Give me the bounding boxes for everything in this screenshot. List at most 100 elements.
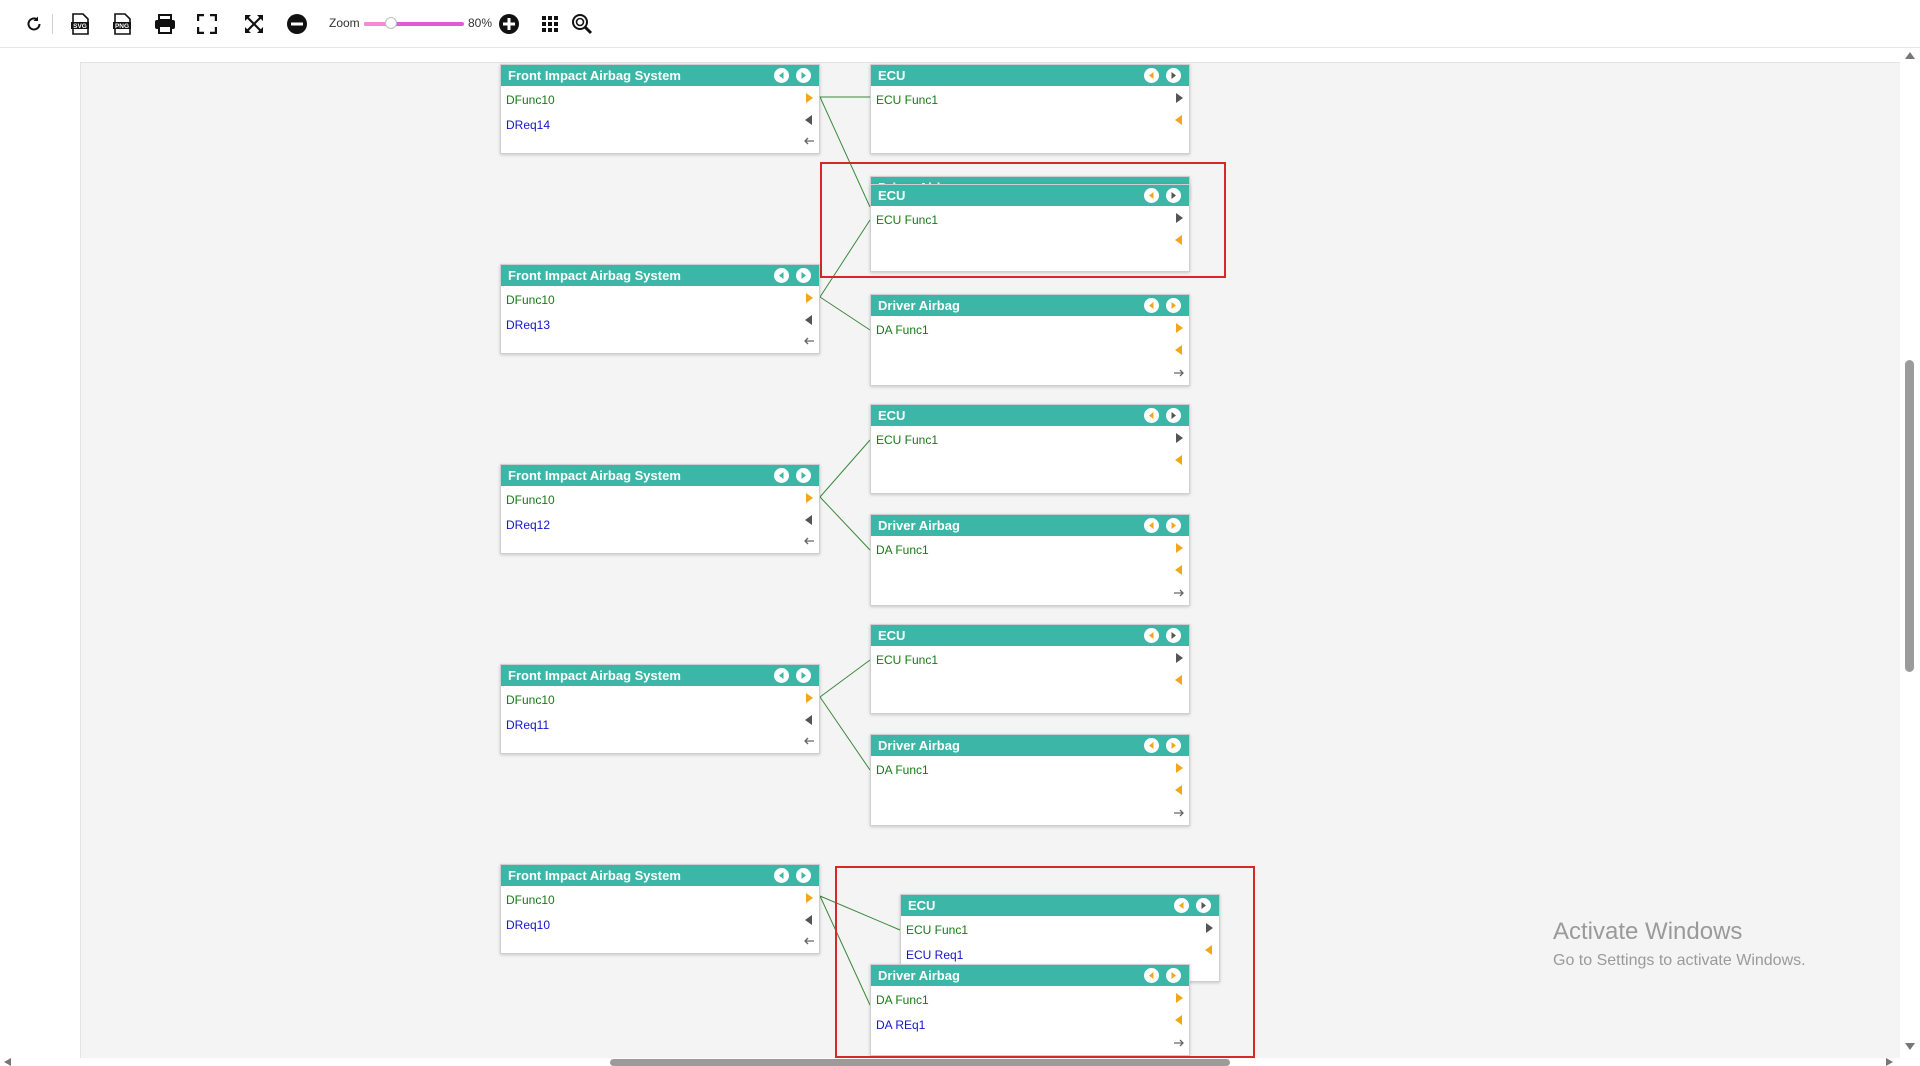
output-port-icon[interactable] <box>805 93 813 103</box>
output-port-icon[interactable] <box>805 293 813 303</box>
source-node[interactable]: Front Impact Airbag System DFunc10 DReq1… <box>500 264 820 354</box>
output-port-icon[interactable] <box>1175 433 1183 443</box>
input-port-icon[interactable] <box>1175 455 1183 465</box>
target-node[interactable]: Driver Airbag DA Func1 <box>870 514 1190 606</box>
horizontal-scroll-thumb[interactable] <box>610 1059 1230 1066</box>
requirement-label: DReq14 <box>506 118 551 132</box>
zoom-slider-thumb[interactable] <box>385 17 397 29</box>
collapse-left-icon[interactable] <box>774 868 789 883</box>
arrow-left-icon[interactable] <box>803 137 815 145</box>
expand-arrows-icon[interactable] <box>240 10 268 38</box>
svg-badge-text: SVG <box>73 23 87 30</box>
input-port-icon[interactable] <box>805 515 813 525</box>
png-export-icon[interactable]: PNG <box>108 10 136 38</box>
source-node[interactable]: Front Impact Airbag System DFunc10 DReq1… <box>500 864 820 954</box>
expand-right-icon[interactable] <box>796 668 811 683</box>
print-icon[interactable] <box>151 10 179 38</box>
function-label: DFunc10 <box>506 693 555 707</box>
node-title: Front Impact Airbag System <box>501 665 819 686</box>
arrow-left-icon[interactable] <box>803 337 815 345</box>
expand-right-icon[interactable] <box>1166 298 1181 313</box>
target-node[interactable]: ECU ECU Func1 <box>870 404 1190 494</box>
collapse-left-icon[interactable] <box>1144 408 1159 423</box>
target-node[interactable]: Driver Airbag DA Func1 <box>870 734 1190 826</box>
scroll-left-icon[interactable] <box>4 1058 11 1066</box>
scroll-up-icon[interactable] <box>1905 52 1915 59</box>
scroll-down-icon[interactable] <box>1905 1043 1915 1050</box>
grid-icon[interactable] <box>536 10 564 38</box>
input-port-icon[interactable] <box>1175 115 1183 125</box>
requirement-label: DReq13 <box>506 318 551 332</box>
output-port-icon[interactable] <box>1175 323 1183 333</box>
collapse-left-icon[interactable] <box>1144 518 1159 533</box>
target-node[interactable]: ECU ECU Func1 <box>870 64 1190 154</box>
collapse-left-icon[interactable] <box>1144 738 1159 753</box>
function-label: DFunc10 <box>506 93 555 107</box>
arrow-left-icon[interactable] <box>803 537 815 545</box>
arrow-right-icon[interactable] <box>1173 589 1185 597</box>
function-label: ECU Func1 <box>876 653 939 667</box>
vertical-scrollbar[interactable] <box>1900 48 1920 1058</box>
collapse-left-icon[interactable] <box>774 468 789 483</box>
requirement-label: DReq12 <box>506 518 551 532</box>
function-label: ECU Func1 <box>876 433 939 447</box>
arrow-left-icon[interactable] <box>803 737 815 745</box>
activate-windows-subtitle: Go to Settings to activate Windows. <box>1553 952 1806 969</box>
diagram-canvas[interactable]: Front Impact Airbag System DFunc10 DReq1… <box>0 48 1900 1058</box>
collapse-left-icon[interactable] <box>774 268 789 283</box>
input-port-icon[interactable] <box>805 115 813 125</box>
output-port-icon[interactable] <box>1175 763 1183 773</box>
target-node[interactable]: ECU ECU Func1 <box>870 624 1190 714</box>
zoom-slider[interactable] <box>364 17 464 29</box>
input-port-icon[interactable] <box>1175 675 1183 685</box>
collapse-left-icon[interactable] <box>1144 68 1159 83</box>
arrow-left-icon[interactable] <box>803 937 815 945</box>
expand-right-icon[interactable] <box>796 268 811 283</box>
expand-right-icon[interactable] <box>796 868 811 883</box>
svg-export-icon[interactable]: SVG <box>66 10 94 38</box>
function-label: DA Func1 <box>876 763 929 777</box>
output-port-icon[interactable] <box>805 693 813 703</box>
zoom-search-icon[interactable] <box>568 10 596 38</box>
input-port-icon[interactable] <box>1175 345 1183 355</box>
node-title: ECU <box>871 65 1189 86</box>
expand-right-icon[interactable] <box>796 68 811 83</box>
collapse-left-icon[interactable] <box>774 668 789 683</box>
activate-windows-title: Activate Windows <box>1553 918 1743 945</box>
node-title: Front Impact Airbag System <box>501 265 819 286</box>
source-node[interactable]: Front Impact Airbag System DFunc10 DReq1… <box>500 664 820 754</box>
input-port-icon[interactable] <box>1175 785 1183 795</box>
output-port-icon[interactable] <box>1175 543 1183 553</box>
zoom-in-icon[interactable] <box>495 10 523 38</box>
expand-right-icon[interactable] <box>1166 518 1181 533</box>
function-label: DA Func1 <box>876 323 929 337</box>
input-port-icon[interactable] <box>805 915 813 925</box>
input-port-icon[interactable] <box>805 315 813 325</box>
output-port-icon[interactable] <box>1175 93 1183 103</box>
source-node[interactable]: Front Impact Airbag System DFunc10 DReq1… <box>500 464 820 554</box>
target-node[interactable]: Driver Airbag DA Func1 <box>870 294 1190 386</box>
horizontal-scrollbar[interactable] <box>0 1058 1900 1066</box>
expand-right-icon[interactable] <box>1166 628 1181 643</box>
fit-screen-icon[interactable] <box>193 10 221 38</box>
input-port-icon[interactable] <box>805 715 813 725</box>
source-node[interactable]: Front Impact Airbag System DFunc10 DReq1… <box>500 64 820 154</box>
vertical-scroll-thumb[interactable] <box>1905 360 1914 672</box>
zoom-out-icon[interactable] <box>283 10 311 38</box>
collapse-left-icon[interactable] <box>1144 628 1159 643</box>
scroll-right-icon[interactable] <box>1886 1058 1893 1066</box>
refresh-icon[interactable] <box>20 10 48 38</box>
collapse-left-icon[interactable] <box>1144 298 1159 313</box>
output-port-icon[interactable] <box>805 493 813 503</box>
arrow-right-icon[interactable] <box>1173 369 1185 377</box>
output-port-icon[interactable] <box>805 893 813 903</box>
expand-right-icon[interactable] <box>796 468 811 483</box>
input-port-icon[interactable] <box>1175 565 1183 575</box>
expand-right-icon[interactable] <box>1166 68 1181 83</box>
collapse-left-icon[interactable] <box>774 68 789 83</box>
output-port-icon[interactable] <box>1175 653 1183 663</box>
expand-right-icon[interactable] <box>1166 738 1181 753</box>
arrow-right-icon[interactable] <box>1173 809 1185 817</box>
expand-right-icon[interactable] <box>1166 408 1181 423</box>
node-title: ECU <box>871 405 1189 426</box>
